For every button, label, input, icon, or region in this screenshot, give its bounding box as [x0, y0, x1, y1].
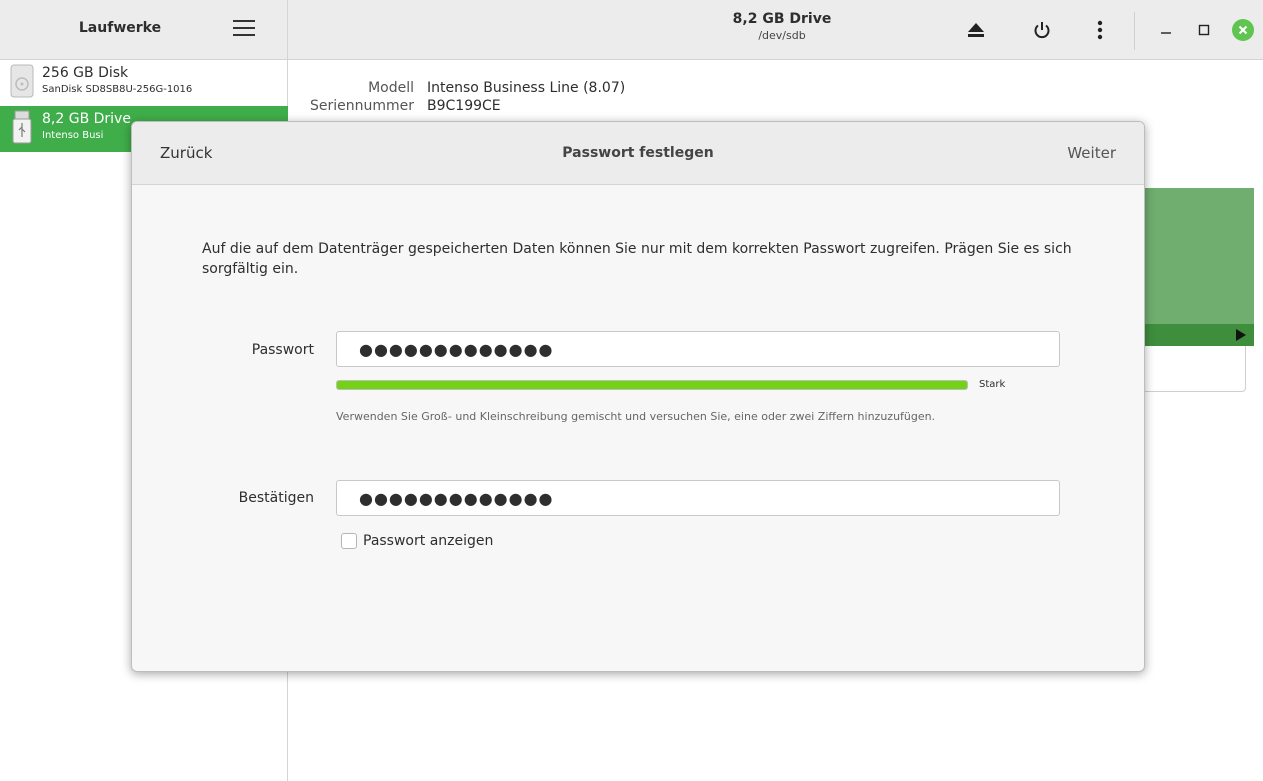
- eject-icon[interactable]: [962, 17, 990, 43]
- set-password-dialog: Zurück Passwort festlegen Weiter Auf die…: [131, 121, 1145, 672]
- drive-model: SanDisk SD8SB8U-256G-1016: [42, 84, 193, 95]
- header-bar: Laufwerke 8,2 GB Drive /dev/sdb: [0, 0, 1263, 60]
- confirm-label: Bestätigen: [238, 490, 314, 506]
- minimize-icon[interactable]: [1152, 17, 1180, 43]
- serial-label: Seriennummer: [309, 98, 414, 114]
- password-strength-bar: [336, 380, 968, 390]
- volume-panel-frame: [1134, 346, 1246, 392]
- power-icon[interactable]: [1028, 17, 1056, 43]
- hamburger-menu-icon[interactable]: [233, 20, 255, 40]
- drive-name: 8,2 GB Drive: [42, 111, 131, 127]
- partition-map[interactable]: [1134, 188, 1254, 346]
- show-password-toggle[interactable]: Passwort anzeigen: [341, 533, 493, 549]
- maximize-icon[interactable]: [1190, 17, 1218, 43]
- sidebar-title: Laufwerke: [78, 20, 162, 36]
- drive-path: /dev/sdb: [758, 29, 806, 42]
- sidebar-header: Laufwerke: [0, 0, 288, 60]
- password-field[interactable]: [336, 331, 1060, 367]
- vertical-dots-icon[interactable]: [1086, 17, 1114, 43]
- usb-drive-icon: [10, 110, 34, 144]
- model-value: Intenso Business Line (8.07): [427, 80, 626, 96]
- next-button[interactable]: Weiter: [1067, 144, 1116, 162]
- sidebar-item-256gb-disk[interactable]: 256 GB Disk SanDisk SD8SB8U-256G-1016: [0, 60, 288, 106]
- serial-value: B9C199CE: [427, 98, 501, 114]
- drive-title-block: 8,2 GB Drive /dev/sdb: [682, 11, 882, 42]
- close-icon[interactable]: [1232, 19, 1254, 41]
- password-strength-fill: [337, 381, 967, 389]
- play-arrow-icon[interactable]: [1236, 329, 1246, 341]
- dialog-header: Zurück Passwort festlegen Weiter: [132, 122, 1144, 185]
- show-password-checkbox[interactable]: [341, 533, 357, 549]
- dialog-title: Passwort festlegen: [562, 145, 714, 161]
- drive-name: 256 GB Disk: [42, 65, 129, 81]
- intro-text: Auf die auf dem Datenträger gespeicherte…: [202, 241, 1072, 277]
- password-hint: Verwenden Sie Groß- und Kleinschreibung …: [336, 410, 936, 423]
- confirm-password-field[interactable]: [336, 480, 1060, 516]
- drive-model: Intenso Busi: [42, 130, 104, 141]
- password-strength-label: Stark: [979, 379, 1006, 390]
- show-password-label: Passwort anzeigen: [363, 533, 494, 549]
- password-label: Passwort: [251, 342, 314, 358]
- back-button[interactable]: Zurück: [160, 144, 212, 162]
- hard-disk-icon: [10, 64, 34, 98]
- header-separator: [1134, 12, 1135, 50]
- drive-title: 8,2 GB Drive: [732, 11, 832, 27]
- model-label: Modell: [368, 80, 414, 96]
